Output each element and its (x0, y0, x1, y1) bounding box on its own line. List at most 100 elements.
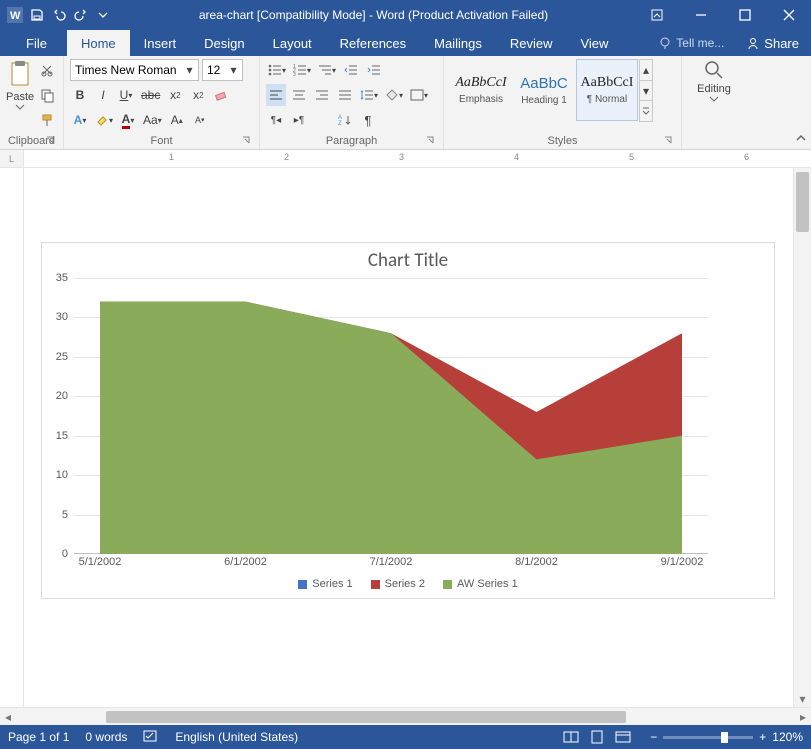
vertical-ruler[interactable] (0, 168, 24, 707)
undo-icon[interactable] (50, 6, 68, 24)
view-switcher (560, 728, 634, 746)
grow-font-button[interactable]: A▴ (167, 109, 187, 131)
borders-button[interactable]: ▾ (408, 84, 430, 106)
font-size-input[interactable] (207, 63, 229, 77)
change-case-button[interactable]: Aa▾ (141, 109, 164, 131)
tab-layout[interactable]: Layout (259, 30, 326, 56)
shading-button[interactable]: ▾ (383, 84, 405, 106)
text-effects-button[interactable]: A▾ (70, 109, 90, 131)
scrollbar-thumb[interactable] (796, 172, 809, 232)
group-clipboard: Paste Clipboard (0, 56, 64, 149)
superscript-button[interactable]: x2 (188, 84, 208, 106)
style-emphasis[interactable]: AaBbCcI Emphasis (450, 59, 512, 121)
style-heading1[interactable]: AaBbC Heading 1 (513, 59, 575, 121)
justify-button[interactable] (335, 84, 355, 106)
align-right-button[interactable] (312, 84, 332, 106)
vertical-scrollbar[interactable]: ▴ ▾ (793, 168, 811, 707)
tab-insert[interactable]: Insert (130, 30, 191, 56)
style-gallery-scroll[interactable]: ▴ ▾ (639, 59, 653, 121)
clipboard-dialog-launcher[interactable] (43, 133, 57, 147)
bold-button[interactable]: B (70, 84, 90, 106)
multilevel-list-button[interactable]: ▾ (316, 59, 338, 81)
align-left-button[interactable] (266, 84, 286, 106)
font-color-button[interactable]: A▾ (118, 109, 138, 131)
ltr-button[interactable]: ¶◂ (266, 109, 286, 131)
style-gallery[interactable]: AaBbCcI Emphasis AaBbC Heading 1 AaBbCcI… (450, 59, 653, 121)
font-name-input[interactable] (75, 63, 185, 77)
clear-formatting-button[interactable] (211, 84, 231, 106)
show-marks-button[interactable]: ¶ (358, 109, 378, 131)
tab-file[interactable]: File (12, 30, 67, 56)
chevron-down-icon[interactable]: ▾ (229, 59, 238, 81)
increase-indent-button[interactable] (364, 59, 384, 81)
format-painter-button[interactable] (37, 109, 57, 131)
italic-button[interactable]: I (93, 84, 113, 106)
zoom-in-button[interactable]: + (759, 730, 766, 744)
strikethrough-button[interactable]: abc (139, 84, 162, 106)
status-word-count[interactable]: 0 words (85, 730, 127, 744)
cut-button[interactable] (37, 59, 57, 81)
horizontal-scrollbar[interactable]: ◂ ▸ (0, 707, 811, 725)
tab-review[interactable]: Review (496, 30, 567, 56)
redo-icon[interactable] (72, 6, 90, 24)
document-viewport[interactable]: Chart Title 05101520253035 5/1/20026/1/2… (24, 168, 793, 707)
zoom-level[interactable]: 120% (772, 730, 803, 744)
horizontal-ruler[interactable]: 123456 (24, 150, 811, 167)
view-read-mode[interactable] (560, 728, 582, 746)
share-button[interactable]: Share (734, 30, 811, 56)
copy-button[interactable] (37, 84, 57, 106)
status-language[interactable]: English (United States) (175, 730, 298, 744)
scroll-down-icon[interactable]: ▾ (794, 691, 811, 707)
align-center-button[interactable] (289, 84, 309, 106)
decrease-indent-button[interactable] (341, 59, 361, 81)
tell-me-search[interactable]: Tell me... (648, 30, 734, 56)
zoom-out-button[interactable]: − (650, 730, 657, 744)
editing-button[interactable]: Editing (697, 59, 731, 102)
scroll-right-icon[interactable]: ▸ (795, 710, 811, 724)
font-name-combo[interactable]: ▾ (70, 59, 199, 81)
zoom-slider[interactable] (663, 736, 753, 739)
svg-text:W: W (10, 10, 21, 22)
line-spacing-button[interactable]: ▾ (358, 84, 380, 106)
qat-chevron-icon[interactable] (94, 6, 112, 24)
tab-mailings[interactable]: Mailings (420, 30, 496, 56)
scrollbar-thumb[interactable] (106, 711, 626, 723)
tab-design[interactable]: Design (190, 30, 258, 56)
tab-references[interactable]: References (326, 30, 420, 56)
zoom-slider-knob[interactable] (721, 732, 728, 743)
chevron-down-icon[interactable]: ▾ (639, 80, 653, 102)
shrink-font-button[interactable]: A▾ (190, 109, 210, 131)
line-spacing-icon (360, 89, 374, 101)
bullets-button[interactable]: ▾ (266, 59, 288, 81)
tab-home[interactable]: Home (67, 30, 130, 56)
tab-view[interactable]: View (566, 30, 622, 56)
chevron-down-icon[interactable]: ▾ (185, 59, 194, 81)
view-web-layout[interactable] (612, 728, 634, 746)
style-normal[interactable]: AaBbCcI ¶ Normal (576, 59, 638, 121)
view-print-layout[interactable] (586, 728, 608, 746)
chart-legend-item: Series 1 (298, 578, 352, 590)
chart-object[interactable]: Chart Title 05101520253035 5/1/20026/1/2… (41, 242, 775, 599)
underline-button[interactable]: U▾ (116, 84, 136, 106)
gallery-more-icon[interactable] (639, 100, 653, 122)
ribbon-display-options-icon[interactable] (635, 0, 679, 30)
close-button[interactable] (767, 0, 811, 30)
collapse-ribbon-button[interactable] (795, 132, 807, 147)
sort-button[interactable]: AZ (335, 109, 355, 131)
numbering-button[interactable]: 123▾ (291, 59, 313, 81)
font-size-combo[interactable]: ▾ (202, 59, 243, 81)
scroll-left-icon[interactable]: ◂ (0, 710, 16, 724)
paragraph-dialog-launcher[interactable] (423, 133, 437, 147)
chevron-up-icon[interactable]: ▴ (639, 59, 653, 81)
maximize-button[interactable] (723, 0, 767, 30)
subscript-button[interactable]: x2 (165, 84, 185, 106)
status-spellcheck-icon[interactable] (143, 729, 159, 746)
highlight-button[interactable]: ▾ (93, 109, 115, 131)
minimize-button[interactable] (679, 0, 723, 30)
paste-button[interactable]: Paste (6, 59, 34, 110)
status-page[interactable]: Page 1 of 1 (8, 730, 69, 744)
font-dialog-launcher[interactable] (239, 133, 253, 147)
rtl-button[interactable]: ▸¶ (289, 109, 309, 131)
save-icon[interactable] (28, 6, 46, 24)
styles-dialog-launcher[interactable] (661, 133, 675, 147)
